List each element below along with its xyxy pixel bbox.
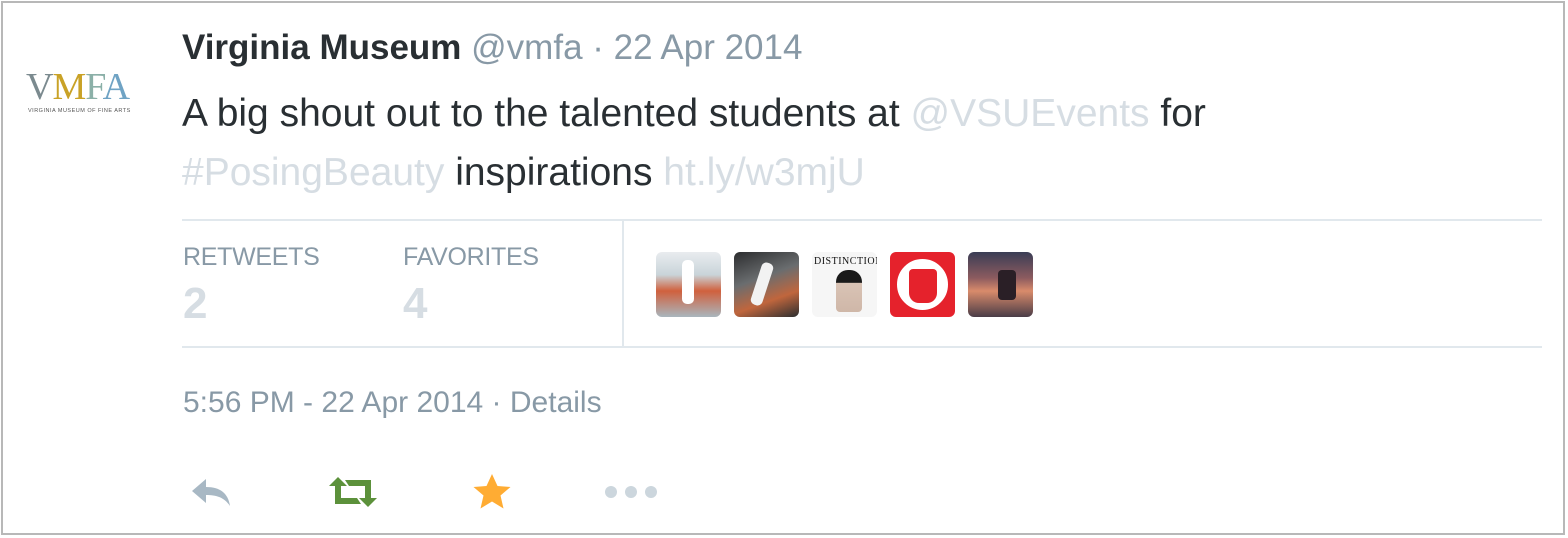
stats-divider — [622, 221, 624, 346]
vmfa-logo: VMFA — [26, 66, 130, 108]
retweets-stat[interactable]: RETWEETS 2 — [183, 243, 320, 326]
user-photo-dancer — [749, 261, 775, 307]
favorite-button[interactable] — [470, 470, 514, 514]
tweet-text-part: for — [1149, 92, 1206, 135]
footer-separator: · — [491, 386, 502, 419]
more-button[interactable] — [603, 470, 659, 514]
magazine-face — [836, 270, 862, 312]
favoriter-avatar[interactable] — [734, 252, 799, 317]
user-photo-woman-white-dress — [682, 260, 694, 304]
hashtag-link[interactable]: #PosingBeauty — [182, 151, 444, 194]
tweet-text-part: A big shout out to the talented students… — [182, 92, 911, 135]
tweet-text-part: inspirations — [444, 151, 664, 194]
favoriter-avatar[interactable] — [656, 252, 721, 317]
divider — [182, 219, 1542, 221]
tweet-date[interactable]: 22 Apr 2014 — [614, 28, 803, 67]
tweet-timestamp: 5:56 PM - 22 Apr 2014 — [183, 386, 484, 419]
favoriter-avatar[interactable] — [890, 252, 955, 317]
url-link[interactable]: ht.ly/w3mjU — [663, 151, 865, 194]
author-name[interactable]: Virginia Museum — [182, 28, 461, 67]
favorites-count: 4 — [403, 279, 428, 328]
star-icon — [473, 474, 511, 509]
tweet-header: Virginia Museum @vmfa · 22 Apr 2014 — [182, 28, 802, 68]
avatar-subtitle: VIRGINIA MUSEUM OF FINE ARTS — [28, 108, 131, 114]
header-separator: · — [592, 28, 604, 67]
retweets-label: RETWEETS — [183, 243, 320, 271]
divider — [182, 346, 1542, 348]
details-link[interactable]: Details — [510, 386, 602, 419]
retweet-icon — [329, 477, 377, 507]
favoriter-avatar[interactable] — [968, 252, 1033, 317]
reply-button[interactable] — [186, 470, 236, 514]
tweet-timestamp-row: 5:56 PM - 22 Apr 2014 · Details — [183, 386, 602, 420]
retweet-button[interactable] — [324, 470, 382, 514]
author-handle[interactable]: @vmfa — [471, 28, 582, 67]
retweets-count: 2 — [183, 279, 208, 328]
favorited-by-list: DISTINCTION — [656, 252, 1033, 317]
favorites-label: FAVORITES — [403, 243, 539, 271]
user-red-logo — [897, 259, 948, 310]
user-magazine-cover: DISTINCTION — [814, 256, 877, 267]
favorites-stat[interactable]: FAVORITES 4 — [403, 243, 539, 326]
author-avatar[interactable]: VMFA VIRGINIA MUSEUM OF FINE ARTS — [22, 58, 158, 124]
more-icon — [605, 486, 657, 498]
tweet-text: A big shout out to the talented students… — [182, 84, 1382, 202]
favoriter-avatar[interactable]: DISTINCTION — [812, 252, 877, 317]
mention-link[interactable]: @VSUEvents — [911, 92, 1150, 135]
user-deer-illustration — [998, 270, 1016, 300]
reply-icon — [192, 479, 230, 506]
